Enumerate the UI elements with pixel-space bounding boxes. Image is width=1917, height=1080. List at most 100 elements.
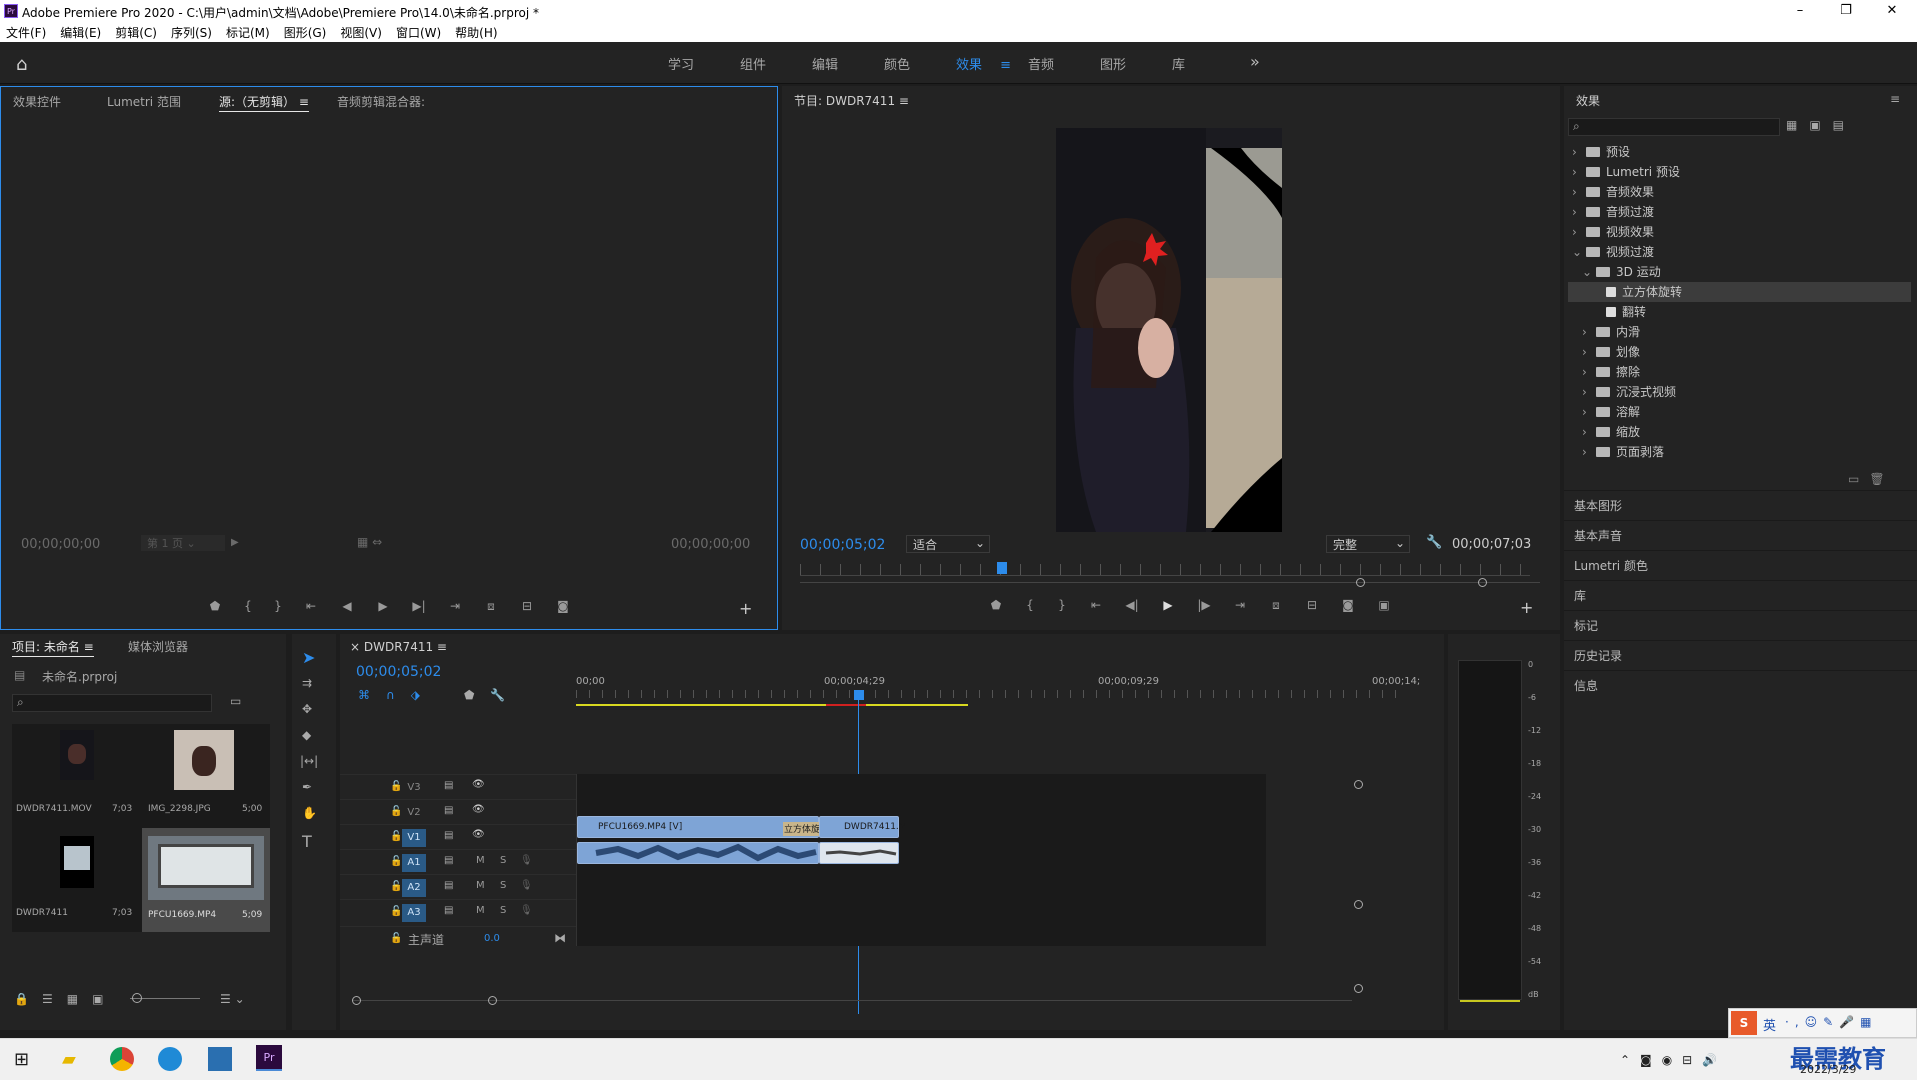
- effects-folder[interactable]: › 音频效果: [1568, 182, 1911, 202]
- windows-start-icon[interactable]: ⊞: [14, 1049, 29, 1070]
- tab-effect-controls[interactable]: 效果控件: [13, 93, 61, 110]
- timeline-timecode[interactable]: 00;00;05;02: [356, 664, 441, 680]
- pen-tool-icon[interactable]: ✒: [302, 780, 312, 794]
- menu-clip[interactable]: 剪辑(C): [115, 24, 157, 41]
- minimize-button[interactable]: –: [1777, 2, 1823, 20]
- ime-language[interactable]: 英: [1763, 1015, 1776, 1034]
- mark-out-icon[interactable]: }: [263, 599, 293, 613]
- effects-folder[interactable]: › 预设: [1568, 142, 1911, 162]
- track-scroll-handle[interactable]: [1354, 780, 1363, 789]
- sogou-s-icon[interactable]: S: [1731, 1011, 1757, 1035]
- file-explorer-icon[interactable]: ▰: [62, 1049, 76, 1070]
- chevron-right-icon[interactable]: ›: [1582, 322, 1596, 342]
- source-settings-icon[interactable]: ▦ ⇔: [357, 535, 382, 549]
- mark-in-icon[interactable]: {: [233, 599, 263, 613]
- chevron-right-icon[interactable]: ›: [1572, 202, 1586, 222]
- menu-window[interactable]: 窗口(W): [396, 24, 441, 41]
- workspace-menu-icon[interactable]: ≡: [1000, 58, 1011, 73]
- timeline-ruler[interactable]: 00;00 00;00;04;29 00;00;09;29 00;00;14;: [576, 676, 1420, 706]
- chevron-right-icon[interactable]: ›: [1582, 342, 1596, 362]
- timeline-playhead-handle[interactable]: [854, 690, 864, 700]
- edge-icon[interactable]: [158, 1047, 182, 1071]
- zoom-handle-right[interactable]: [1478, 578, 1487, 587]
- workspace-assembly[interactable]: 组件: [740, 54, 812, 73]
- playback-resolution-dropdown[interactable]: 完整 ⌄: [1326, 535, 1410, 553]
- effect-item[interactable]: 立方体旋转: [1568, 282, 1911, 302]
- lock-icon[interactable]: 🔒: [14, 992, 29, 1006]
- lock-icon[interactable]: 🔓: [390, 933, 402, 944]
- comparison-view-icon[interactable]: ▣: [1366, 598, 1402, 612]
- export-frame-icon[interactable]: ◙: [1330, 598, 1366, 612]
- source-page-dropdown[interactable]: 第 1 页 ⌄: [141, 535, 225, 551]
- mute-button[interactable]: M: [476, 905, 485, 916]
- track-target-toggle[interactable]: V2: [402, 804, 426, 822]
- workspace-editing[interactable]: 编辑: [812, 54, 884, 73]
- new-bin-icon[interactable]: ▭: [230, 694, 241, 708]
- lock-icon[interactable]: 🔓: [390, 781, 402, 792]
- play-icon[interactable]: ▶: [1150, 598, 1186, 612]
- chevron-down-icon[interactable]: ⌄: [1582, 262, 1596, 282]
- fit-dropdown[interactable]: 适合 ⌄: [906, 535, 990, 553]
- add-marker-icon[interactable]: ⬟: [978, 598, 1014, 612]
- audio-clip[interactable]: [577, 842, 819, 864]
- eye-icon[interactable]: 👁: [472, 829, 485, 840]
- project-item-selected[interactable]: PFCU1669.MP4 5;09: [142, 828, 270, 932]
- section-essential-sound[interactable]: 基本声音: [1564, 520, 1917, 550]
- maximize-button[interactable]: ❐: [1823, 2, 1869, 20]
- add-button-icon[interactable]: +: [1520, 598, 1533, 617]
- section-history[interactable]: 历史记录: [1564, 640, 1917, 670]
- sync-lock-icon[interactable]: ▤: [444, 855, 453, 866]
- program-playhead[interactable]: [997, 562, 1008, 574]
- lift-icon[interactable]: ⧈: [1258, 598, 1294, 613]
- mark-out-icon[interactable]: }: [1046, 598, 1078, 612]
- tab-audio-clip-mixer[interactable]: 音频剪辑混合器:: [337, 93, 425, 110]
- effects-folder[interactable]: › 擦除: [1568, 362, 1911, 382]
- project-item[interactable]: IMG_2298.JPG 5;00: [142, 724, 270, 828]
- source-play-arrow-icon[interactable]: ▶: [231, 537, 239, 548]
- workspace-graphics[interactable]: 图形: [1100, 54, 1172, 73]
- close-button[interactable]: ✕: [1869, 2, 1915, 20]
- project-search-input[interactable]: ⌕: [12, 694, 212, 712]
- step-back-icon[interactable]: ◀: [329, 599, 365, 613]
- section-essential-graphics[interactable]: 基本图形: [1564, 490, 1917, 520]
- chevron-right-icon[interactable]: ›: [1582, 382, 1596, 402]
- effects-folder[interactable]: › 沉浸式视频: [1568, 382, 1911, 402]
- microphone-icon[interactable]: 🎙: [520, 855, 533, 866]
- tab-project[interactable]: 项目: 未命名 ≡: [12, 638, 94, 657]
- step-forward-icon[interactable]: |▶: [1186, 598, 1222, 612]
- workspace-audio[interactable]: 音频: [1028, 54, 1100, 73]
- razor-tool-icon[interactable]: ◆: [302, 728, 311, 742]
- transition-clip[interactable]: 立方体旋: [783, 822, 821, 836]
- sort-icon[interactable]: ☰ ⌄: [220, 992, 245, 1006]
- lock-icon[interactable]: 🔓: [390, 906, 402, 917]
- sync-lock-icon[interactable]: ▤: [444, 780, 453, 791]
- add-button-icon[interactable]: +: [739, 599, 752, 618]
- track-target-toggle[interactable]: A3: [402, 904, 426, 922]
- chevron-right-icon[interactable]: ›: [1582, 442, 1596, 462]
- section-markers[interactable]: 标记: [1564, 610, 1917, 640]
- effect-item[interactable]: 翻转: [1568, 302, 1911, 322]
- chevron-right-icon[interactable]: ›: [1582, 422, 1596, 442]
- extract-icon[interactable]: ⊟: [1294, 598, 1330, 612]
- track-target-toggle[interactable]: A2: [402, 879, 426, 897]
- program-time-ruler[interactable]: [800, 564, 1530, 576]
- effects-folder[interactable]: › 内滑: [1568, 322, 1911, 342]
- effects-folder[interactable]: › Lumetri 预设: [1568, 162, 1911, 182]
- track-target-toggle[interactable]: V1: [402, 829, 426, 847]
- menu-help[interactable]: 帮助(H): [455, 24, 497, 41]
- mark-in-icon[interactable]: {: [1014, 598, 1046, 612]
- system-tray-icons[interactable]: ⌃◙◉⊟🔊: [1620, 1053, 1727, 1067]
- effects-folder[interactable]: › 缩放: [1568, 422, 1911, 442]
- program-zoom-bar[interactable]: [800, 582, 1540, 583]
- lock-icon[interactable]: 🔓: [390, 831, 402, 842]
- effects-folder[interactable]: › 视频效果: [1568, 222, 1911, 242]
- lock-icon[interactable]: 🔓: [390, 856, 402, 867]
- solo-button[interactable]: S: [500, 905, 506, 916]
- workspace-learn[interactable]: 学习: [668, 54, 740, 73]
- photos-icon[interactable]: [208, 1047, 232, 1071]
- effects-bin-icons[interactable]: ▭🗑: [1848, 472, 1895, 486]
- zoom-slider-handle[interactable]: [132, 993, 142, 1003]
- slip-tool-icon[interactable]: |↔|: [300, 754, 318, 768]
- zoom-handle-left[interactable]: [1356, 578, 1365, 587]
- track-select-tool-icon[interactable]: ⇉: [302, 676, 312, 690]
